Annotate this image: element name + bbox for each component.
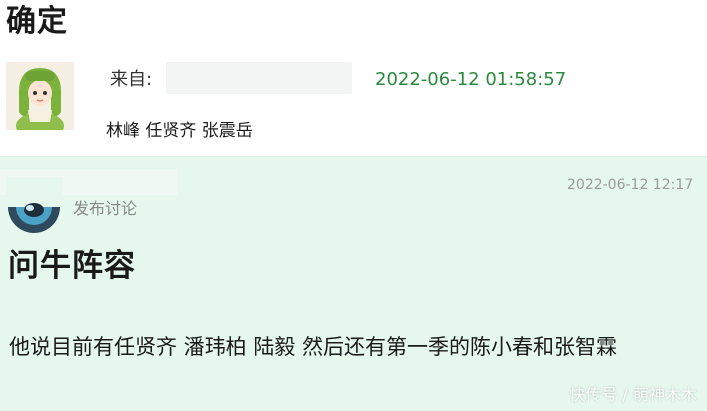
post-title: 问牛阵容 <box>8 248 136 284</box>
discussion-post: 发布讨论 2022-06-12 12:17 问牛阵容 他说目前有任贤齐 潘玮柏 … <box>0 157 707 411</box>
poster-avatar-image <box>6 177 62 233</box>
from-label: 来自: <box>110 69 153 90</box>
comment-title: 确定 <box>6 4 68 39</box>
comment-timestamp: 2022-06-12 01:58:57 <box>375 69 567 90</box>
poster-avatar[interactable] <box>6 177 62 233</box>
comment-text: 林峰 任贤齐 张震岳 <box>106 121 253 141</box>
avatar[interactable] <box>6 62 74 130</box>
post-timestamp: 2022-06-12 12:17 <box>567 177 694 193</box>
watermark: 快传号 / 萌神木木 <box>569 385 697 404</box>
avatar-image <box>6 62 74 130</box>
post-body: 他说目前有任贤齐 潘玮柏 陆毅 然后还有第一季的陈小春和张智霖 <box>9 335 618 359</box>
post-action-label: 发布讨论 <box>73 199 138 218</box>
redacted-username <box>166 62 352 94</box>
comment-section: 确定 来自: 2022-06-12 01:58:57 林峰 任贤齐 张震岳 <box>0 0 707 157</box>
